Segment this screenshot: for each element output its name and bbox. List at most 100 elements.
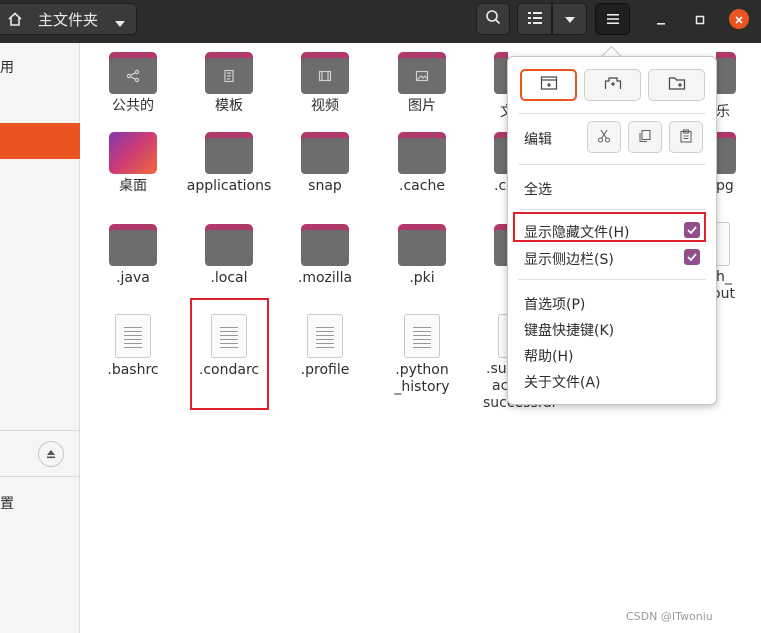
file-item-public[interactable]: 公共的 [85,52,181,115]
file-item-templates[interactable]: 模板 [181,52,277,115]
file-name: 图片 [408,98,436,114]
edit-label: 编辑 [524,132,552,148]
menu-item-preferences[interactable]: 首选项(P) [524,294,585,314]
maximize-button[interactable] [690,9,710,29]
file-name: .local [210,270,248,286]
new-tab-icon [604,75,622,95]
close-button[interactable] [729,9,749,29]
file-item-python-history[interactable]: .python_history [374,314,470,396]
sidebar-item-label[interactable]: 用 [0,57,14,77]
file-item-snap[interactable]: snap [277,132,373,195]
highlight-box-condarc [190,298,269,410]
cut-icon [597,128,611,147]
file-item-profile[interactable]: .profile [277,314,373,379]
partial-file-name: h_ [716,269,732,285]
folder-icon [205,224,253,266]
file-name: snap [308,178,342,194]
paste-icon [679,128,693,147]
menu-separator [518,164,706,165]
sidebar-divider [0,430,80,431]
menu-separator [518,113,706,114]
partial-folder[interactable] [716,132,736,174]
menu-item-keyboard-shortcuts[interactable]: 键盘快捷键(K) [524,320,614,340]
partial-file-name: .su [486,361,507,377]
new-folder-icon [668,75,686,95]
cut-button[interactable] [587,121,621,153]
picture-icon [414,68,430,84]
partial-folder[interactable] [716,52,736,94]
sidebar: 用 置 [0,43,80,633]
paste-button[interactable] [669,121,703,153]
folder-icon [398,52,446,94]
new-folder-button[interactable] [648,69,705,101]
menu-item-select-all[interactable]: 全选 [524,179,552,199]
file-item-pictures[interactable]: 图片 [374,52,470,115]
minimize-icon [656,10,666,29]
file-item-desktop[interactable]: 桌面 [85,132,181,195]
folder-icon [398,224,446,266]
file-item-applications[interactable]: applications [181,132,277,195]
path-label: 主文件夹 [38,10,99,29]
menu-item-about[interactable]: 关于文件(A) [524,372,601,392]
partial-file-name: pg [716,178,734,194]
folder-icon [398,132,446,174]
file-name: .java [116,270,150,286]
eject-button[interactable] [38,441,64,467]
menu-separator [518,279,706,280]
file-name: .pki [409,270,435,286]
partial-file-name: .c [494,178,507,194]
file-item-pki[interactable]: .pki [374,224,470,287]
home-icon [0,11,30,27]
chevron-down-icon[interactable] [114,15,126,33]
file-name: .mozilla [297,270,353,286]
new-window-button[interactable] [520,69,577,101]
template-icon [221,68,237,84]
sidebar-divider [0,476,80,477]
menu-item-help[interactable]: 帮助(H) [524,346,573,366]
minimize-button[interactable] [651,9,671,29]
copy-button[interactable] [628,121,662,153]
partial-folder[interactable] [494,52,508,94]
header-bar: 主文件夹 [0,0,761,43]
copy-icon [638,128,652,147]
file-name: .profile [300,362,350,378]
path-bar-home-button[interactable]: 主文件夹 [0,3,137,35]
text-file-icon [307,314,343,358]
menu-item-label: 显示侧边栏(S) [524,252,614,268]
file-item-java[interactable]: .java [85,224,181,287]
partial-file-name: ac [492,378,509,394]
partial-folder[interactable] [494,132,508,174]
file-name: 模板 [215,98,243,114]
search-button[interactable] [476,3,510,35]
file-item-bashrc[interactable]: .bashrc [85,314,181,379]
new-window-icon [540,75,558,95]
video-icon [317,68,333,84]
watermark: CSDN @ITwoniu [626,610,713,623]
file-item-videos[interactable]: 视频 [277,52,373,115]
hamburger-menu-icon [606,10,620,29]
menu-item-show-sidebar[interactable]: 显示侧边栏(S) [508,243,716,269]
partial-folder[interactable] [494,224,508,266]
partial-document[interactable] [716,222,730,266]
file-name: 公共的 [112,98,154,114]
folder-icon [205,132,253,174]
view-options-button[interactable] [552,3,587,35]
file-item-local[interactable]: .local [181,224,277,287]
checkbox-checked-icon[interactable] [684,249,700,265]
list-view-button[interactable] [517,3,552,35]
new-tab-button[interactable] [584,69,641,101]
file-name: applications [186,178,272,194]
main-menu-button[interactable] [595,3,630,35]
folder-icon [109,224,157,266]
maximize-icon [695,10,705,29]
search-icon [485,9,501,29]
folder-icon [301,52,349,94]
file-item-mozilla[interactable]: .mozilla [277,224,373,287]
highlight-box-show-hidden [513,212,706,242]
partial-file-name: 乐 [716,104,730,120]
sidebar-item-label[interactable]: 置 [0,493,14,513]
close-icon [734,10,744,29]
file-item-cache[interactable]: .cache [374,132,470,195]
text-file-icon [404,314,440,358]
sidebar-item-selected[interactable] [0,123,80,159]
